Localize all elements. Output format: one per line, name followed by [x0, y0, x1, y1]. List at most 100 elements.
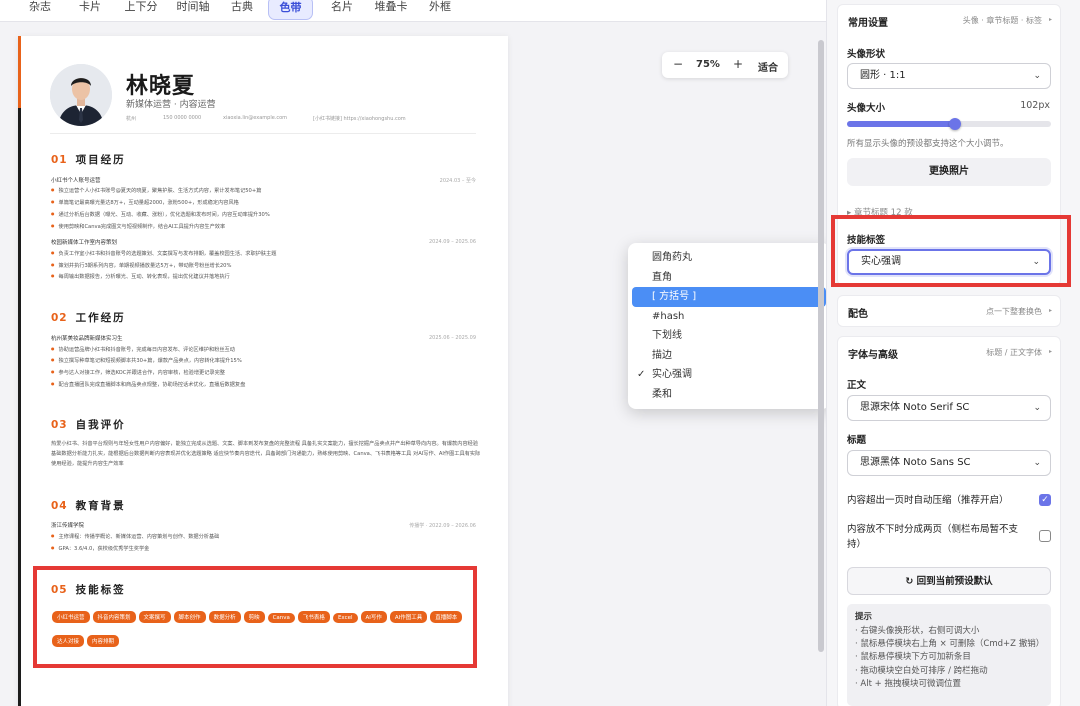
bullet-item[interactable]: 主修课程：传播学概论、新媒体运营、内容策划与创作、数据分析基础	[51, 533, 220, 540]
tab-top-bottom[interactable]: 上下分	[118, 0, 164, 20]
entry-title[interactable]: 小红书个人账号运营	[51, 176, 101, 184]
contact-phone[interactable]: 150 0000 0000	[163, 115, 201, 121]
section-title-work[interactable]: 02 工作经历	[51, 310, 126, 325]
card-title[interactable]: 字体与高级	[848, 346, 898, 361]
menu-option-checked[interactable]: ✓ 实心强调	[632, 365, 826, 385]
bullet-item[interactable]: 策划并执行3期系列内容，单期视频播放量达5万+，带动账号粉丝增长20%	[51, 262, 232, 269]
tip-item: · 鼠标悬停模块下方可加新条目	[855, 652, 971, 663]
card-subtitle: 头像 · 章节标题 · 标签	[962, 16, 1042, 25]
replace-photo-button[interactable]: 更换照片	[847, 158, 1051, 186]
self-evaluation-text[interactable]: 热爱小红书、抖音平台规则与年轻女性用户内容偏好，能独立完成从选题、文案、脚本到发…	[51, 439, 481, 469]
avatar-photo	[50, 64, 112, 126]
contact-city[interactable]: 杭州	[126, 115, 136, 122]
bullet-item[interactable]: 通过分析后台数据（曝光、互动、收藏、涨粉），优化选题和发布时间，内容互动率提升3…	[51, 211, 270, 218]
entry-date[interactable]: 2024.09 – 2025.06	[429, 239, 476, 245]
chevron-down-icon: ⌄	[1033, 71, 1041, 81]
section-title-evaluation[interactable]: 03 自我评价	[51, 417, 126, 432]
menu-option[interactable]: 直角	[632, 268, 826, 288]
auto-compress-checkbox[interactable]: ✓	[1039, 494, 1051, 506]
section-title-projects[interactable]: 01 项目经历	[51, 152, 126, 167]
header-divider	[50, 133, 476, 134]
reset-preset-button[interactable]: ↻ 回到当前预设默认	[847, 567, 1051, 595]
avatar-shape-select[interactable]: 圆形 · 1:1 ⌄	[847, 63, 1051, 89]
zoom-out-button[interactable]: −	[673, 57, 683, 71]
bullet-item[interactable]: 单篇笔记最高曝光量达8万+，互动量超2000，涨粉500+，形成稳定内容风格	[51, 199, 239, 206]
tab-stacked-card[interactable]: 堆叠卡	[370, 0, 412, 20]
tips-box: 提示 · 右键头像换形状，右侧可调大小 · 鼠标悬停模块右上角 × 可删除（Cm…	[847, 604, 1051, 706]
contact-email[interactable]: xiaoxia.lin@example.com	[223, 115, 287, 121]
tab-name-card[interactable]: 名片	[322, 0, 362, 20]
menu-option[interactable]: 下划线	[632, 326, 826, 346]
tip-item: · 鼠标悬停模块右上角 × 可删除（Cmd+Z 撤销）	[855, 639, 1045, 650]
entry-date[interactable]: 2024.03 – 至今	[440, 177, 476, 184]
collapse-caret-icon[interactable]: ▸	[1049, 348, 1052, 355]
preset-tab-bar: 杂志 卡片 上下分 时间轴 古典 色带 名片 堆叠卡 外框	[0, 0, 826, 22]
avatar-shape-label: 头像形状	[847, 49, 886, 60]
bullet-item[interactable]: 负责工作室小红书和抖音账号的选题策划、文案撰写与发布排期，覆盖校园生活、求职护肤…	[51, 250, 277, 257]
bullet-item[interactable]: 参与达人对接工作，筛选KOC并跟进合作，内容审核，检验增更记录完整	[51, 369, 225, 376]
canvas-scrollbar[interactable]	[818, 40, 824, 660]
menu-option-highlighted[interactable]: [ 方括号 ]	[632, 287, 826, 307]
zoom-level: 75%	[696, 59, 720, 70]
resume-job-title[interactable]: 新媒体运营 · 内容运营	[126, 97, 216, 110]
tab-classic[interactable]: 古典	[222, 0, 262, 20]
bullet-item[interactable]: GPA：3.6/4.0，获校级优秀学生奖学金	[51, 545, 150, 552]
highlight-box-skills	[33, 566, 477, 668]
tip-item: · 右键头像换形状，右侧可调大小	[855, 626, 980, 636]
menu-option[interactable]: 柔和	[632, 385, 826, 405]
contact-link[interactable]: [小红书链接] https://xiaohongshu.com	[313, 115, 406, 122]
bullet-item[interactable]: 独立运营个人小红书账号@夏天的晓夏，聚焦护肤、生活方式内容，累计发布笔记50+篇	[51, 187, 262, 194]
tab-magazine[interactable]: 杂志	[18, 0, 62, 20]
color-card[interactable]: 配色 点一下整套换色 ▸	[837, 295, 1061, 327]
avatar-size-value: 102px	[1020, 100, 1050, 111]
menu-option[interactable]: 圆角药丸	[632, 248, 826, 268]
tab-card[interactable]: 卡片	[68, 0, 112, 20]
tip-item: · 拖动模块空白处可排序 / 跨栏拖动	[855, 665, 988, 676]
tip-item: · Alt + 拖拽模块可微调位置	[855, 678, 961, 689]
auto-compress-label: 内容超出一页时自动压缩（推荐开启）	[847, 495, 1009, 506]
menu-option[interactable]: 描边	[632, 346, 826, 366]
zoom-fit-button[interactable]: 适合	[758, 59, 778, 74]
bullet-item[interactable]: 独立撰写种草笔记和短视频脚本共30+篇，爆款产品卖点，内容转化率提升15%	[51, 357, 242, 364]
card-title[interactable]: 配色	[848, 305, 868, 320]
avatar-size-hint: 所有显示头像的预设都支持这个大小调节。	[847, 139, 1009, 149]
skill-tag-style-menu: 圆角药丸 直角 [ 方括号 ] #hash 下划线 描边 ✓ 实心强调 柔和	[628, 243, 830, 409]
entry-date[interactable]: 2025.06 – 2025.09	[429, 335, 476, 341]
avatar[interactable]	[50, 64, 112, 126]
bullet-item[interactable]: 配合直播团队完成直播脚本和商品卖点规整，协助场控话术优化，直播后数据复盘	[51, 381, 246, 388]
body-font-select[interactable]: 思源宋体 Noto Serif SC ⌄	[847, 395, 1051, 421]
bullet-item[interactable]: 使用剪映和Canva完成图文与短视频制作，结合AI工具提升内容生产效率	[51, 223, 226, 230]
card-title[interactable]: 常用设置	[848, 14, 888, 29]
body-font-label: 正文	[847, 380, 867, 391]
accent-bar	[18, 36, 21, 108]
resume-name[interactable]: 林晓夏	[126, 68, 195, 100]
card-subtitle: 标题 / 正文字体	[986, 348, 1042, 357]
checkmark-icon: ✓	[637, 369, 646, 380]
entry-title[interactable]: 杭州某美妆品牌新媒体实习生	[51, 334, 123, 342]
chevron-down-icon: ⌄	[1033, 458, 1041, 468]
bullet-item[interactable]: 每周输出数据报告，分析曝光、互动、转化表现，提出优化建议并落地执行	[51, 273, 230, 280]
heading-font-select[interactable]: 思源黑体 Noto Sans SC ⌄	[847, 450, 1051, 476]
avatar-size-slider[interactable]	[847, 118, 1051, 130]
split-two-pages-label: 内容放不下时分成两页（侧栏布局暂不支持）	[847, 524, 1019, 550]
chevron-down-icon: ⌄	[1033, 403, 1041, 413]
collapse-caret-icon[interactable]: ▸	[1049, 307, 1052, 314]
zoom-in-button[interactable]: +	[733, 57, 743, 71]
entry-title[interactable]: 浙江传媒学院	[51, 521, 84, 529]
zoom-control: − 75% + 适合	[662, 52, 788, 78]
slider-handle[interactable]	[949, 118, 962, 130]
tab-timeline[interactable]: 时间轴	[170, 0, 216, 20]
collapse-caret-icon[interactable]: ▸	[1049, 16, 1052, 23]
tab-color-band[interactable]: 色带	[268, 0, 313, 20]
split-two-pages-checkbox[interactable]	[1039, 530, 1051, 542]
bullet-item[interactable]: 协助运营品牌小红书和抖音账号，完成每日内容发布、评论区维护和粉丝互动	[51, 346, 235, 353]
heading-font-label: 标题	[847, 435, 867, 446]
tab-frame[interactable]: 外框	[420, 0, 460, 20]
section-title-education[interactable]: 04 教育背景	[51, 498, 126, 513]
menu-option[interactable]: #hash	[632, 307, 826, 327]
entry-title[interactable]: 校园新媒体工作室内容策划	[51, 238, 117, 246]
avatar-size-label: 头像大小	[847, 103, 886, 114]
entry-date[interactable]: 传播学 · 2022.09 – 2026.06	[409, 522, 476, 529]
slider-fill	[847, 121, 956, 127]
scrollbar-thumb[interactable]	[818, 40, 824, 652]
